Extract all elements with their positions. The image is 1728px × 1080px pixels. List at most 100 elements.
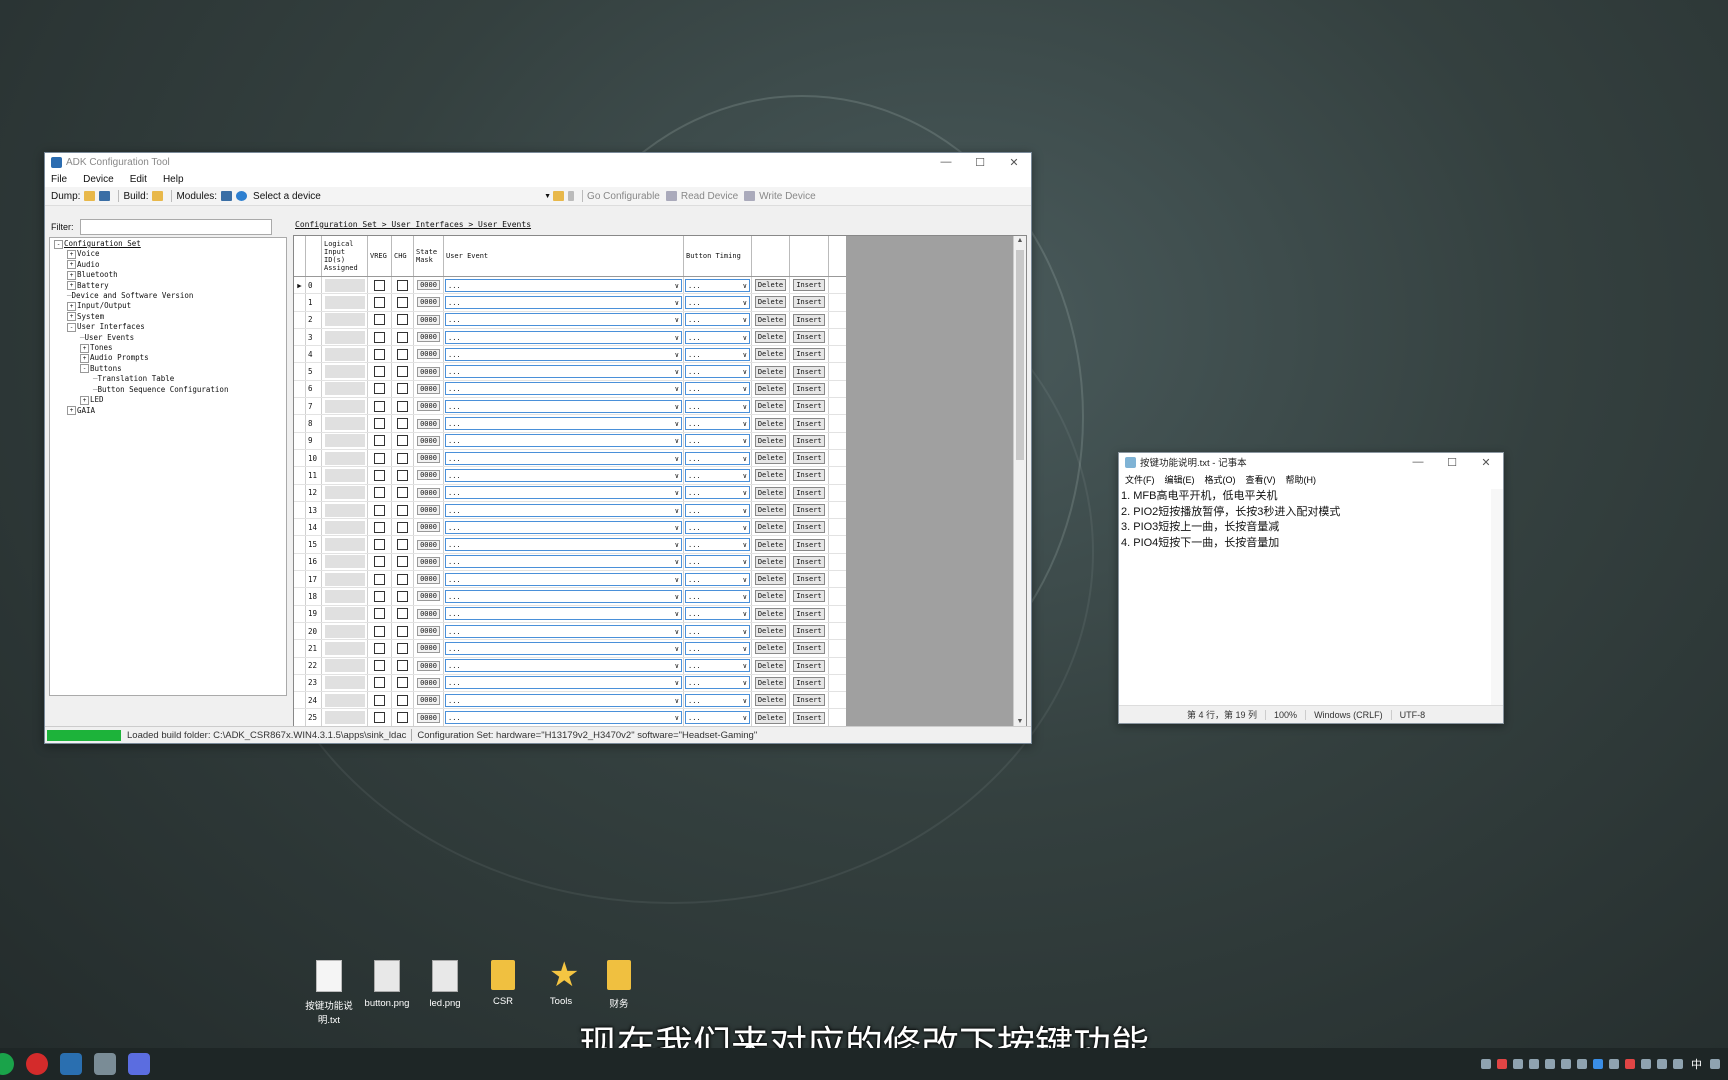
table-row[interactable]: 10 0000... ∨... ∨ Delete Insert [294, 449, 846, 468]
tray-icon[interactable] [1561, 1059, 1571, 1069]
button-timing-dropdown[interactable]: ... ∨ [685, 589, 750, 603]
insert-button[interactable]: Insert [793, 417, 825, 430]
logical-input-cell[interactable] [322, 277, 368, 294]
vreg-checkbox[interactable] [368, 328, 392, 346]
state-mask-cell[interactable]: 0000 [414, 432, 444, 449]
state-mask-cell[interactable]: 0000 [414, 605, 444, 622]
config-tree[interactable]: - Configuration Set + Voice + Audio + Bluetooth… [49, 237, 287, 696]
vreg-checkbox[interactable] [368, 346, 392, 363]
chg-checkbox[interactable] [392, 657, 414, 674]
logical-input-cell[interactable] [322, 484, 368, 501]
scroll-thumb[interactable] [1016, 250, 1024, 460]
table-row[interactable]: 12 0000... ∨... ∨ Delete Insert [294, 484, 846, 502]
user-event-dropdown[interactable]: ... ∨ [445, 434, 682, 448]
logical-input-cell[interactable] [322, 294, 368, 311]
vreg-checkbox[interactable] [368, 588, 392, 605]
insert-button[interactable]: Insert [793, 382, 825, 395]
state-mask-cell[interactable]: 0000 [414, 328, 444, 346]
delete-button[interactable]: Delete [754, 296, 787, 309]
menu-edit[interactable]: Edit [130, 174, 147, 185]
logical-input-cell[interactable] [322, 622, 368, 640]
table-row[interactable]: 2 0000... ∨... ∨ Delete Insert [294, 311, 846, 329]
button-timing-dropdown[interactable]: ... ∨ [685, 555, 750, 569]
user-event-dropdown[interactable]: ... ∨ [445, 520, 682, 534]
expand-icon[interactable]: + [67, 406, 76, 415]
expand-icon[interactable]: + [80, 343, 89, 353]
state-mask-cell[interactable]: 0000 [414, 553, 444, 571]
network-icon[interactable] [1641, 1059, 1651, 1069]
tree-item[interactable]: + Input/Output [50, 301, 286, 311]
chg-checkbox[interactable] [392, 432, 414, 449]
delete-button[interactable]: Delete [754, 400, 787, 413]
vreg-checkbox[interactable] [368, 553, 392, 571]
chg-checkbox[interactable] [392, 674, 414, 692]
user-event-dropdown[interactable]: ... ∨ [445, 417, 682, 431]
button-timing-dropdown[interactable]: ... ∨ [685, 295, 750, 309]
insert-button[interactable]: Insert [793, 694, 825, 707]
modules-save-icon[interactable] [221, 191, 233, 201]
table-row[interactable]: 15 0000... ∨... ∨ Delete Insert [294, 536, 846, 554]
breadcrumb[interactable]: Configuration Set > User Interfaces > Us… [295, 220, 531, 229]
state-mask-cell[interactable]: 0000 [414, 398, 444, 415]
table-row[interactable]: 25 0000... ∨... ∨ Delete Insert [294, 709, 846, 726]
state-mask-cell[interactable]: 0000 [414, 277, 444, 294]
user-event-dropdown[interactable]: ... ∨ [445, 468, 682, 482]
state-mask-cell[interactable]: 0000 [414, 588, 444, 605]
user-event-dropdown[interactable]: ... ∨ [445, 330, 682, 344]
logical-input-cell[interactable] [322, 328, 368, 346]
delete-button[interactable]: Delete [754, 642, 787, 655]
button-timing-dropdown[interactable]: ... ∨ [685, 313, 750, 327]
tree-item[interactable]: + System [50, 312, 286, 322]
logical-input-cell[interactable] [322, 640, 368, 657]
tree-item[interactable]: ─User Events [50, 333, 286, 343]
insert-button[interactable]: Insert [793, 279, 825, 292]
button-timing-dropdown[interactable]: ... ∨ [685, 365, 750, 379]
button-timing-dropdown[interactable]: ... ∨ [685, 278, 750, 292]
tree-item[interactable]: - Buttons [50, 364, 286, 374]
logical-input-cell[interactable] [322, 692, 368, 709]
insert-button[interactable]: Insert [793, 573, 825, 586]
expand-icon[interactable]: + [67, 301, 76, 311]
user-event-dropdown[interactable]: ... ∨ [445, 624, 682, 638]
logical-input-cell[interactable] [322, 415, 368, 432]
table-row[interactable]: 24 0000... ∨... ∨ Delete Insert [294, 692, 846, 710]
state-mask-cell[interactable]: 0000 [414, 536, 444, 553]
vreg-checkbox[interactable] [368, 605, 392, 622]
user-event-dropdown[interactable]: ... ∨ [445, 382, 682, 396]
tree-item[interactable]: + Bluetooth [50, 270, 286, 280]
chg-checkbox[interactable] [392, 311, 414, 328]
logical-input-cell[interactable] [322, 449, 368, 467]
np-close-icon[interactable]: ✕ [1469, 453, 1503, 471]
chg-checkbox[interactable] [392, 277, 414, 294]
grid-scrollbar[interactable]: ▲ ▼ [1013, 236, 1026, 726]
chg-checkbox[interactable] [392, 501, 414, 519]
button-timing-dropdown[interactable]: ... ∨ [685, 417, 750, 431]
vreg-checkbox[interactable] [368, 484, 392, 501]
table-row[interactable]: 7 0000... ∨... ∨ Delete Insert [294, 398, 846, 416]
state-mask-cell[interactable]: 0000 [414, 519, 444, 536]
notification-icon[interactable] [1710, 1059, 1720, 1069]
tray-icon[interactable] [1593, 1059, 1603, 1069]
logical-input-cell[interactable] [322, 398, 368, 415]
tray-icon[interactable] [1577, 1059, 1587, 1069]
state-mask-cell[interactable]: 0000 [414, 692, 444, 709]
state-mask-cell[interactable]: 0000 [414, 346, 444, 363]
collapse-icon[interactable]: - [67, 322, 76, 332]
delete-button[interactable]: Delete [754, 331, 787, 344]
logical-input-cell[interactable] [322, 311, 368, 328]
tree-item[interactable]: + Battery [50, 281, 286, 291]
tree-item[interactable]: + Voice [50, 249, 286, 259]
pause-icon[interactable] [568, 191, 575, 201]
notepad-titlebar[interactable]: 按键功能说明.txt - 记事本 — ☐ ✕ [1119, 453, 1503, 471]
state-mask-cell[interactable]: 0000 [414, 311, 444, 328]
button-timing-dropdown[interactable]: ... ∨ [685, 347, 750, 361]
chg-checkbox[interactable] [392, 605, 414, 622]
button-timing-dropdown[interactable]: ... ∨ [685, 520, 750, 534]
chg-checkbox[interactable] [392, 484, 414, 501]
table-row[interactable]: 14 0000... ∨... ∨ Delete Insert [294, 519, 846, 537]
np-menu-file[interactable]: 文件(F) [1125, 473, 1155, 486]
insert-button[interactable]: Insert [793, 607, 825, 620]
chg-checkbox[interactable] [392, 449, 414, 467]
delete-button[interactable]: Delete [754, 711, 787, 724]
insert-button[interactable]: Insert [793, 659, 825, 672]
